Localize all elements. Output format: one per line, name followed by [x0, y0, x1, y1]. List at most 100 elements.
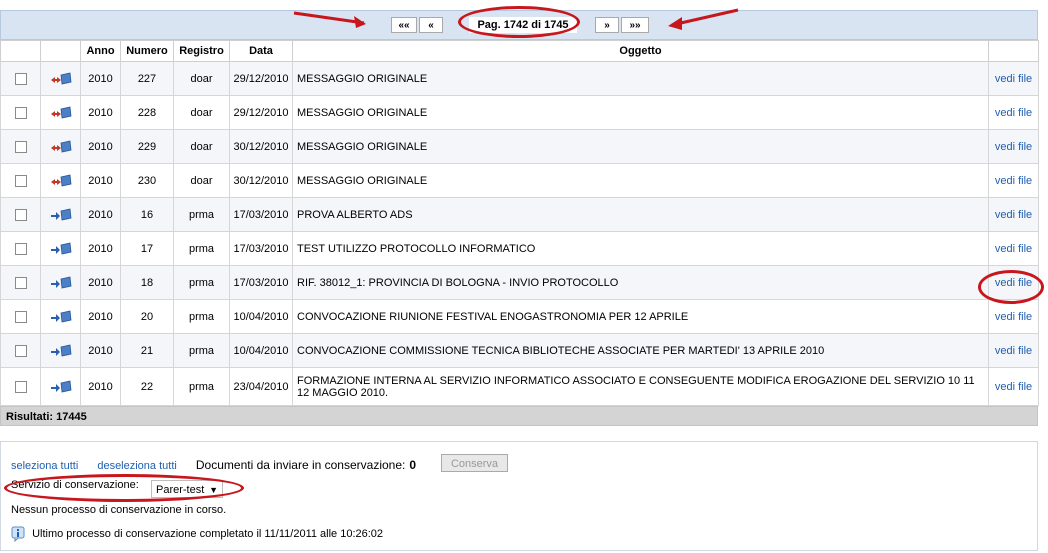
- row-checkbox-cell: [0, 299, 41, 334]
- table-row: 2010 17 prma 17/03/2010 TEST UTILIZZO PROTOC…: [0, 231, 1039, 266]
- data-cell: 23/04/2010: [229, 367, 293, 406]
- data-cell: 29/12/2010: [229, 61, 293, 96]
- anno-cell: 2010: [80, 265, 121, 300]
- numero-cell: 22: [120, 367, 174, 406]
- vedi-file-link[interactable]: vedi file: [995, 209, 1032, 221]
- anno-cell: 2010: [80, 231, 121, 266]
- numero-cell: 229: [120, 129, 174, 164]
- registro-cell: doar: [173, 95, 230, 130]
- annotation-arrow-right: [668, 8, 739, 30]
- row-checkbox-cell: [0, 333, 41, 368]
- row-checkbox[interactable]: [14, 276, 27, 289]
- data-cell: 30/12/2010: [229, 163, 293, 198]
- table-row: 2010 18 prma 17/03/2010 RIF. 38012_1: PROVIN…: [0, 265, 1039, 300]
- oggetto-cell: MESSAGGIO ORIGINALE: [292, 129, 989, 164]
- docs-count: 0: [409, 458, 417, 472]
- registro-cell: doar: [173, 129, 230, 164]
- header-data[interactable]: Data: [229, 40, 293, 62]
- data-cell: 30/12/2010: [229, 129, 293, 164]
- vedi-file-link[interactable]: vedi file: [995, 141, 1032, 153]
- first-page-button[interactable]: ««: [391, 17, 417, 33]
- header-registro[interactable]: Registro: [173, 40, 230, 62]
- conserva-button[interactable]: Conserva: [441, 454, 508, 472]
- row-checkbox-cell: [0, 163, 41, 198]
- annotation-arrow-left: [293, 11, 366, 28]
- next-page-button[interactable]: »: [595, 17, 619, 33]
- vedi-file-cell: vedi file: [988, 367, 1039, 406]
- data-cell: 17/03/2010: [229, 231, 293, 266]
- table-row: 2010 227 doar 29/12/2010 MESSAGGIO ORIGINALE…: [0, 61, 1039, 96]
- outgoing-arrow-icon: [50, 276, 72, 288]
- outgoing-arrow-icon: [50, 310, 72, 322]
- results-panel: «« « Pag. 1742 di 1745 » »» Anno Numero …: [0, 10, 1039, 426]
- registro-cell: doar: [173, 61, 230, 96]
- oggetto-cell: PROVA ALBERTO ADS: [292, 197, 989, 232]
- row-checkbox[interactable]: [14, 242, 27, 255]
- bidirectional-arrow-icon: [50, 106, 72, 118]
- row-checkbox[interactable]: [14, 106, 27, 119]
- row-checkbox[interactable]: [14, 140, 27, 153]
- vedi-file-cell: vedi file: [988, 333, 1039, 368]
- header-numero[interactable]: Numero: [120, 40, 174, 62]
- table-header-row: Anno Numero Registro Data Oggetto: [0, 40, 1039, 62]
- row-checkbox-cell: [0, 95, 41, 130]
- outgoing-arrow-icon: [50, 242, 72, 254]
- last-process-line: Ultimo processo di conservazione complet…: [11, 526, 383, 543]
- row-checkbox-cell: [0, 197, 41, 232]
- anno-cell: 2010: [80, 163, 121, 198]
- table-row: 2010 229 doar 30/12/2010 MESSAGGIO ORIGINALE…: [0, 129, 1039, 164]
- numero-cell: 21: [120, 333, 174, 368]
- row-checkbox[interactable]: [14, 208, 27, 221]
- header-direction: [40, 40, 81, 62]
- anno-cell: 2010: [80, 61, 121, 96]
- select-all-link[interactable]: seleziona tutti: [11, 460, 78, 472]
- vedi-file-cell: vedi file: [988, 129, 1039, 164]
- registro-cell: prma: [173, 367, 230, 406]
- direction-cell: [40, 333, 81, 368]
- vedi-file-link[interactable]: vedi file: [995, 345, 1032, 357]
- anno-cell: 2010: [80, 367, 121, 406]
- oggetto-cell: FORMAZIONE INTERNA AL SERVIZIO INFORMATI…: [292, 367, 989, 406]
- registro-cell: prma: [173, 231, 230, 266]
- annotation-ellipse-pager: [458, 6, 580, 38]
- numero-cell: 20: [120, 299, 174, 334]
- prev-page-button[interactable]: «: [419, 17, 443, 33]
- results-count: Risultati: 17445: [0, 406, 1038, 426]
- anno-cell: 2010: [80, 129, 121, 164]
- oggetto-cell: CONVOCAZIONE COMMISSIONE TECNICA BIBLIOT…: [292, 333, 989, 368]
- vedi-file-cell: vedi file: [988, 61, 1039, 96]
- registro-cell: prma: [173, 299, 230, 334]
- documents-table: Anno Numero Registro Data Oggetto 2010 22…: [0, 40, 1039, 406]
- row-checkbox[interactable]: [14, 174, 27, 187]
- vedi-file-link[interactable]: vedi file: [995, 381, 1032, 393]
- vedi-file-link[interactable]: vedi file: [995, 107, 1032, 119]
- vedi-file-link[interactable]: vedi file: [995, 73, 1032, 85]
- row-checkbox-cell: [0, 129, 41, 164]
- header-link: [988, 40, 1039, 62]
- header-oggetto[interactable]: Oggetto: [292, 40, 989, 62]
- deselect-all-link[interactable]: deseleziona tutti: [97, 460, 177, 472]
- row-checkbox[interactable]: [14, 380, 27, 393]
- table-row: 2010 230 doar 30/12/2010 MESSAGGIO ORIGINALE…: [0, 163, 1039, 198]
- row-checkbox[interactable]: [14, 72, 27, 85]
- oggetto-cell: MESSAGGIO ORIGINALE: [292, 163, 989, 198]
- data-cell: 10/04/2010: [229, 333, 293, 368]
- outgoing-arrow-icon: [50, 208, 72, 220]
- vedi-file-cell: vedi file: [988, 231, 1039, 266]
- row-checkbox[interactable]: [14, 310, 27, 323]
- row-checkbox[interactable]: [14, 344, 27, 357]
- row-checkbox-cell: [0, 265, 41, 300]
- direction-cell: [40, 299, 81, 334]
- oggetto-cell: MESSAGGIO ORIGINALE: [292, 95, 989, 130]
- direction-cell: [40, 367, 81, 406]
- vedi-file-link[interactable]: vedi file: [995, 243, 1032, 255]
- data-cell: 10/04/2010: [229, 299, 293, 334]
- docs-to-send-label: Documenti da inviare in conservazione:: [195, 458, 406, 472]
- last-page-button[interactable]: »»: [621, 17, 649, 33]
- numero-cell: 230: [120, 163, 174, 198]
- outgoing-arrow-icon: [50, 344, 72, 356]
- header-anno[interactable]: Anno: [80, 40, 121, 62]
- vedi-file-link[interactable]: vedi file: [995, 311, 1032, 323]
- vedi-file-link[interactable]: vedi file: [995, 175, 1032, 187]
- row-checkbox-cell: [0, 231, 41, 266]
